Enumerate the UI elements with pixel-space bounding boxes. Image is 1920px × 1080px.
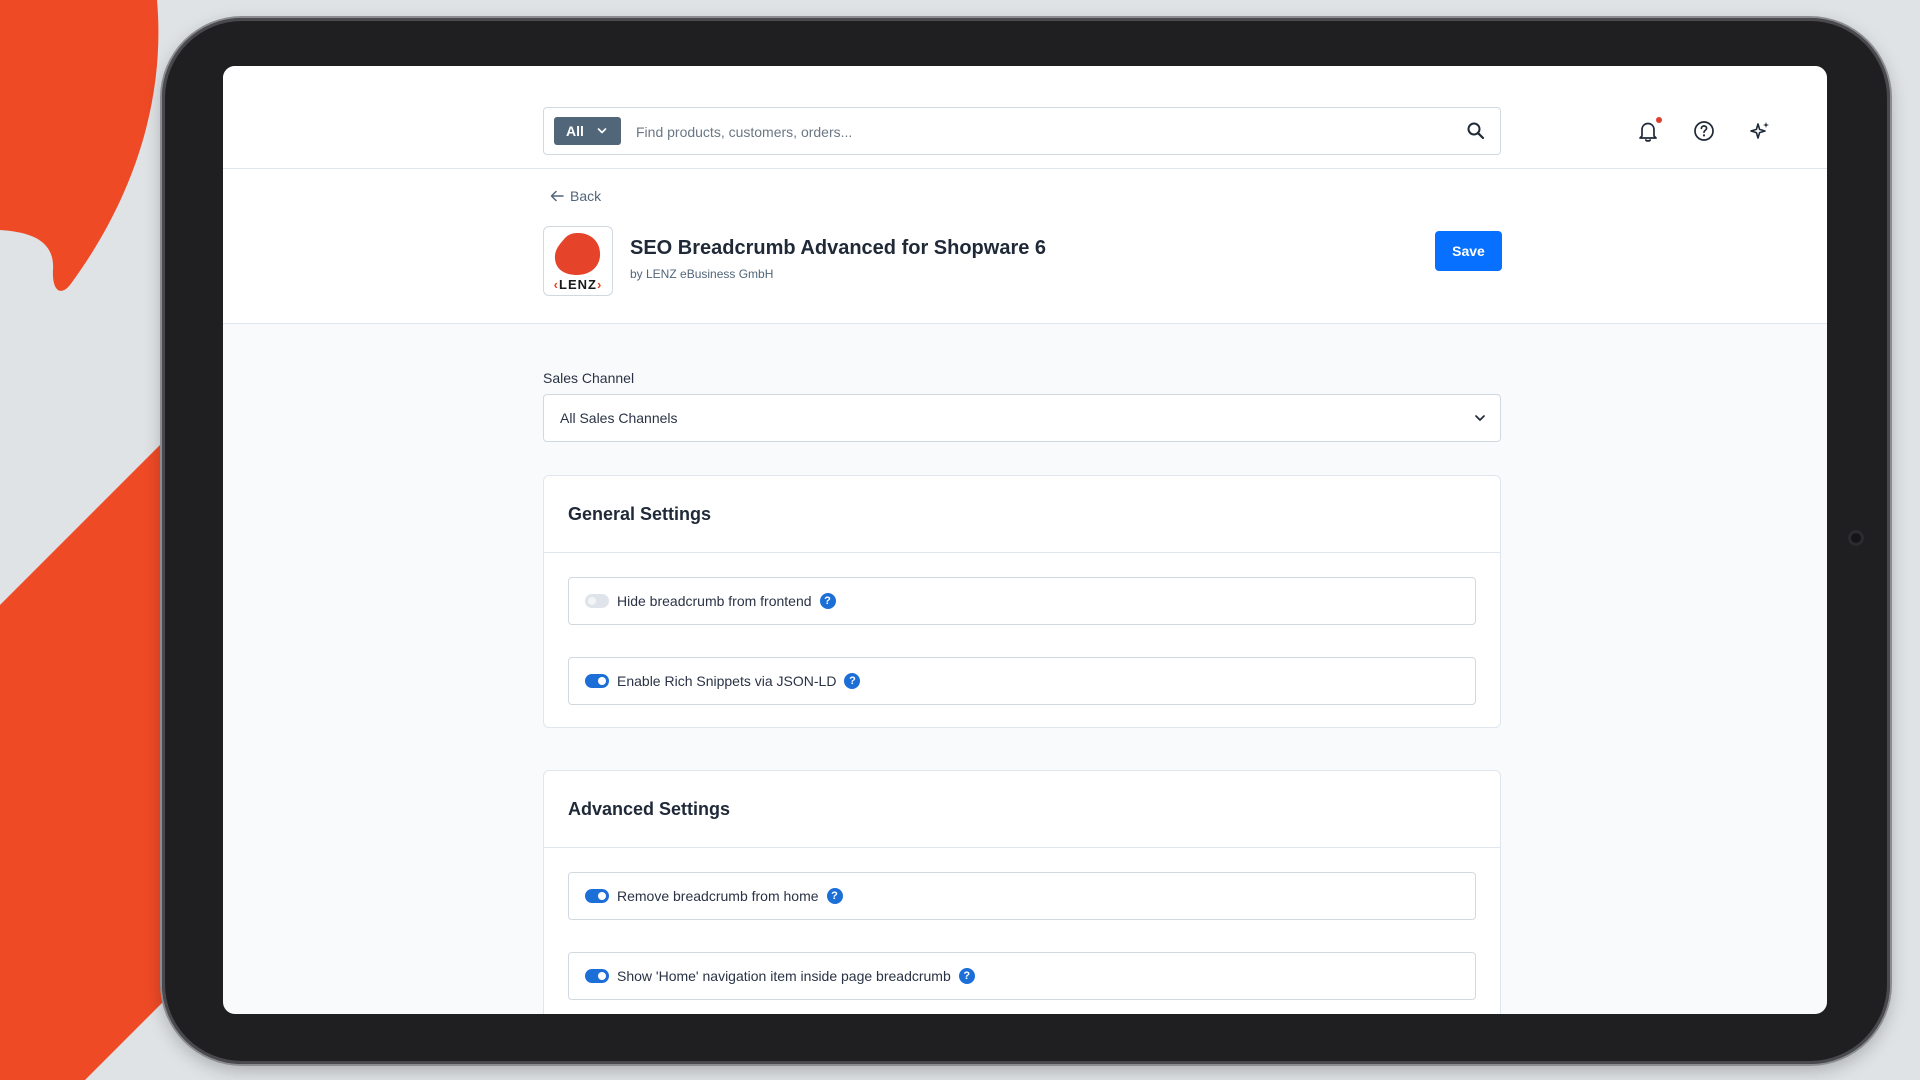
app-screen: All Find products, customers, orders... …: [223, 66, 1827, 1014]
setting-label: Show 'Home' navigation item inside page …: [617, 968, 951, 984]
page-title: SEO Breadcrumb Advanced for Shopware 6: [630, 237, 1047, 259]
toggle-switch[interactable]: [585, 889, 609, 903]
toggle-switch[interactable]: [585, 674, 609, 688]
arrow-left-icon: [550, 190, 564, 202]
card-title: Advanced Settings: [568, 799, 731, 819]
search-scope-label: All: [566, 123, 584, 139]
sales-channel-value: All Sales Channels: [560, 410, 678, 426]
advanced-settings-card: Advanced Settings Remove breadcrumb from…: [543, 770, 1501, 1014]
global-search: All: [543, 107, 1501, 155]
app-logo-brand-text: ‹LENZ›: [553, 277, 603, 292]
sales-channel-select[interactable]: All Sales Channels: [543, 394, 1501, 442]
card-divider: [544, 552, 1500, 553]
setting-remove-breadcrumb-home: Remove breadcrumb from home ?: [568, 872, 1476, 920]
sales-channel-label: Sales Channel: [543, 370, 635, 386]
search-input[interactable]: [634, 118, 1438, 146]
setting-label: Remove breadcrumb from home: [617, 888, 819, 904]
setting-rich-snippets: Enable Rich Snippets via JSON-LD ?: [568, 657, 1476, 705]
setting-show-home-item: Show 'Home' navigation item inside page …: [568, 952, 1476, 1000]
toggle-switch[interactable]: [585, 594, 609, 608]
tablet-camera: [1848, 530, 1864, 546]
notification-dot: [1656, 117, 1662, 123]
help-icon[interactable]: ?: [844, 673, 861, 689]
back-label: Back: [570, 188, 602, 204]
back-link[interactable]: Back: [550, 188, 601, 204]
app-logo: ‹LENZ›: [543, 226, 613, 296]
chevron-down-icon: [1475, 415, 1485, 421]
general-settings-card: General Settings Hide breadcrumb from fr…: [543, 475, 1501, 728]
setting-label: Enable Rich Snippets via JSON-LD: [617, 673, 837, 689]
search-icon[interactable]: [1466, 121, 1486, 141]
card-divider: [544, 847, 1500, 848]
card-title: General Settings: [568, 504, 712, 524]
sparkle-icon[interactable]: [1747, 118, 1773, 144]
help-icon[interactable]: ?: [826, 888, 843, 904]
toggle-switch[interactable]: [585, 969, 609, 983]
save-button[interactable]: Save: [1435, 231, 1502, 271]
extension-header: Back ‹LENZ› SEO Breadcrumb Advanced for …: [223, 169, 1827, 324]
top-bar: All: [223, 66, 1827, 169]
decorative-orange-shape-top: [0, 0, 159, 291]
search-scope-dropdown[interactable]: All: [554, 117, 621, 145]
lenz-logo-icon: [554, 233, 601, 275]
chevron-down-icon: [597, 128, 607, 134]
setting-hide-breadcrumb: Hide breadcrumb from frontend ?: [568, 577, 1476, 625]
help-icon[interactable]: ?: [819, 593, 836, 609]
help-circle-icon[interactable]: [1691, 118, 1717, 144]
setting-label: Hide breadcrumb from frontend: [617, 593, 812, 609]
app-vendor: by LENZ eBusiness GmbH: [630, 267, 774, 281]
help-icon[interactable]: ?: [958, 968, 975, 984]
decorative-orange-shape-bottom: [0, 440, 165, 1080]
